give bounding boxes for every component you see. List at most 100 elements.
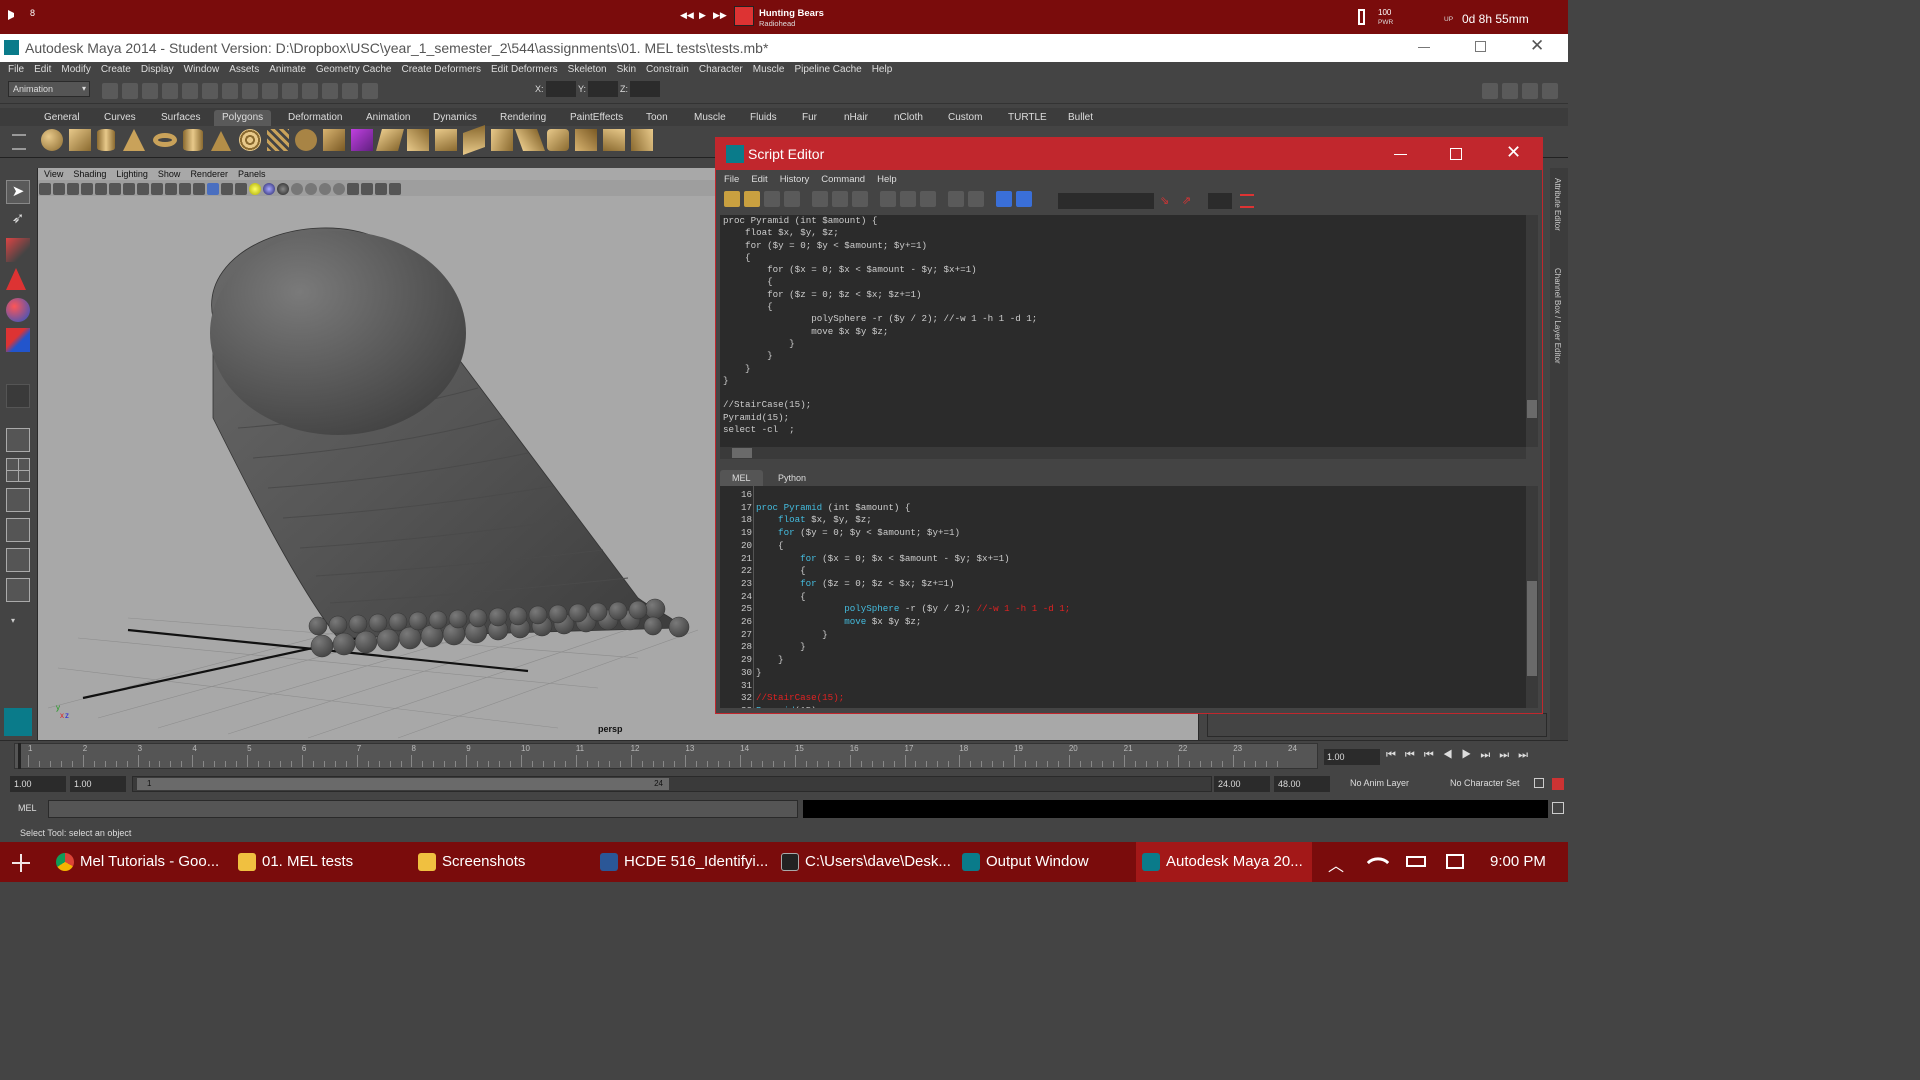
close-icon[interactable]: ✕	[1530, 36, 1544, 56]
insert-edge-loop-icon[interactable]	[491, 129, 513, 151]
restore-icon[interactable]	[1475, 41, 1486, 52]
taskbar-item-mel-tests[interactable]: 01. MEL tests	[232, 842, 408, 882]
tab-mel[interactable]: MEL	[720, 470, 763, 486]
film-gate-icon[interactable]	[109, 182, 121, 195]
taskbar-item-word-doc[interactable]: HCDE 516_Identifyi...	[594, 842, 770, 882]
menu-help[interactable]: Help	[867, 62, 898, 78]
snap-curve-icon[interactable]	[242, 82, 258, 99]
vp-menu-show[interactable]: Show	[153, 168, 186, 180]
uv-texture-icon[interactable]	[351, 129, 373, 151]
default-light-icon[interactable]	[249, 182, 261, 195]
shelf-tab-polygons[interactable]: Polygons	[214, 110, 272, 126]
graph-editor-view-icon[interactable]	[6, 578, 30, 602]
scale-tool-icon[interactable]	[6, 328, 30, 352]
shelf-tab-bullet[interactable]: Bullet	[1060, 110, 1101, 126]
clear-input-icon[interactable]	[832, 190, 848, 207]
notifications-icon[interactable]	[1446, 854, 1464, 869]
shelf-tab-animation[interactable]: Animation	[358, 110, 418, 126]
poly-cylinder-icon[interactable]	[97, 129, 115, 151]
poly-cone-icon[interactable]	[123, 129, 145, 151]
hypershade-view-icon[interactable]	[6, 548, 30, 572]
bevel-icon[interactable]	[514, 129, 546, 151]
xray-icon[interactable]	[361, 182, 373, 195]
menu-skin[interactable]: Skin	[612, 62, 641, 78]
render-settings-icon[interactable]	[342, 82, 358, 99]
anti-alias-icon[interactable]	[333, 182, 345, 195]
new-scene-icon[interactable]	[102, 82, 118, 99]
minimize-icon[interactable]	[1418, 47, 1430, 48]
step-back-key-icon[interactable]: ⏮	[1424, 749, 1443, 761]
vp-menu-lighting[interactable]: Lighting	[111, 168, 153, 180]
all-lights-icon[interactable]	[263, 182, 275, 195]
snap-grid-icon[interactable]	[222, 82, 238, 99]
line-numbers-icon[interactable]	[968, 190, 984, 207]
shelf-tab-nhair[interactable]: nHair	[836, 110, 876, 126]
menu-edit-deformers[interactable]: Edit Deformers	[486, 62, 563, 78]
menu-create-deformers[interactable]: Create Deformers	[397, 62, 486, 78]
shelf-tab-general[interactable]: General	[36, 110, 88, 126]
last-tool-icon[interactable]	[6, 384, 30, 408]
play-forwards-icon[interactable]: ▶	[1462, 749, 1481, 761]
poly-torus-icon[interactable]	[153, 133, 177, 147]
shelf-tab-fluids[interactable]: Fluids	[742, 110, 785, 126]
menu-set-dropdown[interactable]: Animation ▾	[8, 81, 90, 97]
shelf-tab-surfaces[interactable]: Surfaces	[153, 110, 208, 126]
save-to-shelf-icon[interactable]	[784, 190, 800, 207]
se-menu-history[interactable]: History	[774, 172, 816, 188]
menu-character[interactable]: Character	[694, 62, 748, 78]
next-track-icon[interactable]: ▶▶	[713, 10, 727, 21]
save-scene-icon[interactable]	[142, 82, 158, 99]
previous-track-icon[interactable]: ◀◀	[680, 10, 694, 21]
menu-pipeline-cache[interactable]: Pipeline Cache	[789, 62, 866, 78]
script-editor-button-icon[interactable]	[1552, 802, 1564, 814]
vp-menu-panels[interactable]: Panels	[233, 168, 271, 180]
clock[interactable]: 9:00 PM	[1490, 853, 1546, 870]
se-menu-edit[interactable]: Edit	[745, 172, 773, 188]
shelf-tab-custom[interactable]: Custom	[940, 110, 990, 126]
show-history-only-icon[interactable]	[880, 190, 896, 207]
step-forward-frame-icon[interactable]: ⏭	[1499, 749, 1518, 761]
tab-python[interactable]: Python	[766, 470, 818, 486]
menu-assets[interactable]: Assets	[224, 62, 264, 78]
open-scene-icon[interactable]	[122, 82, 138, 99]
execute-icon[interactable]	[1016, 190, 1032, 207]
poly-helix-icon[interactable]	[267, 129, 289, 151]
taskbar-item-maya[interactable]: Autodesk Maya 20...	[1136, 842, 1312, 882]
goto-start-icon[interactable]: ⏮	[1386, 749, 1405, 761]
menu-skeleton[interactable]: Skeleton	[563, 62, 612, 78]
channel-box-toggle-icon[interactable]	[1542, 82, 1558, 99]
smooth-shade-icon[interactable]	[207, 182, 219, 195]
shelf-tab-painteffects[interactable]: PaintEffects	[562, 110, 631, 126]
script-editor-titlebar[interactable]: Script Editor ✕	[716, 138, 1542, 170]
wireframe-icon[interactable]	[193, 182, 205, 195]
open-script-icon[interactable]	[724, 190, 740, 207]
vp-menu-renderer[interactable]: Renderer	[185, 168, 233, 180]
reduce-icon[interactable]	[603, 129, 625, 151]
taskbar-item-terminal[interactable]: C:\Users\dave\Desk...	[775, 842, 951, 882]
resolution-gate-icon[interactable]	[123, 182, 135, 195]
gate-mask-icon[interactable]	[137, 182, 149, 195]
field-chart-icon[interactable]	[151, 182, 163, 195]
scroll-thumb[interactable]	[1527, 581, 1537, 676]
lasso-tool-icon[interactable]: ➶	[6, 208, 30, 232]
tool-settings-toggle-icon[interactable]	[1522, 82, 1538, 99]
shelf-menu-icon[interactable]	[12, 134, 26, 150]
shadows-icon[interactable]	[277, 182, 289, 195]
menu-animate[interactable]: Animate	[264, 62, 311, 78]
script-input-pane[interactable]: 16 17 proc Pyramid (int $amount) {18 float…	[720, 486, 1526, 708]
menu-modify[interactable]: Modify	[56, 62, 95, 78]
quick-help-field[interactable]	[1208, 193, 1232, 209]
step-forward-key-icon[interactable]: ⏭	[1480, 749, 1499, 761]
current-frame-field[interactable]: 1.00	[1324, 749, 1380, 765]
safe-action-icon[interactable]	[165, 182, 177, 195]
shelf-tab-muscle[interactable]: Muscle	[686, 110, 734, 126]
range-slider-track[interactable]: 1 24	[132, 776, 1212, 792]
maximize-icon[interactable]	[1450, 148, 1462, 160]
menu-file[interactable]: File	[0, 62, 29, 78]
auto-key-icon[interactable]	[1534, 778, 1544, 788]
quick-help-icon[interactable]	[1240, 194, 1254, 208]
se-menu-help[interactable]: Help	[871, 172, 903, 188]
scroll-thumb[interactable]	[1527, 400, 1537, 418]
isolate-select-icon[interactable]	[347, 182, 359, 195]
search-up-icon[interactable]: ⇗	[1182, 194, 1196, 208]
